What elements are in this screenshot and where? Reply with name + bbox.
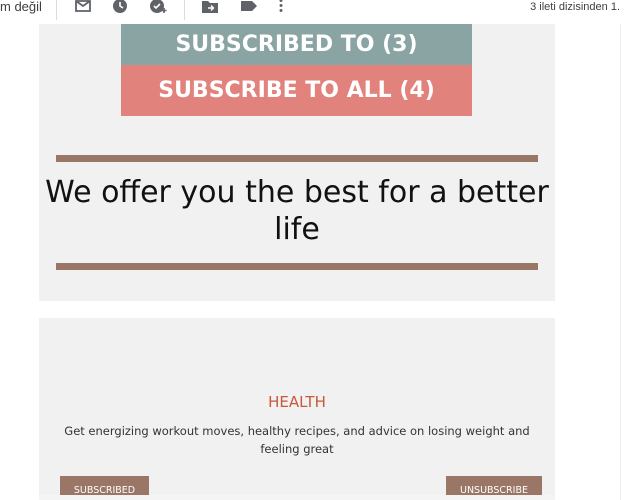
next-card-edge xyxy=(39,495,555,500)
toolbar-separator xyxy=(184,0,185,20)
email-body: SUBSCRIBED TO (3) SUBSCRIBE TO ALL (4) W… xyxy=(0,24,642,500)
label-icon[interactable] xyxy=(240,0,260,16)
add-task-icon[interactable] xyxy=(149,0,169,16)
mark-unread-icon[interactable] xyxy=(74,0,94,16)
panel-divider xyxy=(620,24,621,500)
divider-rule xyxy=(56,263,538,270)
move-to-icon[interactable] xyxy=(201,0,221,16)
toolbar-separator xyxy=(56,0,57,20)
newsletter-header-card: SUBSCRIBED TO (3) SUBSCRIBE TO ALL (4) W… xyxy=(39,24,555,301)
subscribe-to-all-button[interactable]: SUBSCRIBE TO ALL (4) xyxy=(121,65,472,116)
snooze-icon[interactable] xyxy=(111,0,131,16)
mail-toolbar: m değil 3 ileti dizisinden 1. xyxy=(0,0,642,24)
topic-title: HEALTH xyxy=(268,393,326,411)
divider-rule xyxy=(56,155,538,162)
subscribed-to-button[interactable]: SUBSCRIBED TO (3) xyxy=(121,24,472,65)
topic-description: Get energizing workout moves, healthy re… xyxy=(64,424,530,456)
thread-count: 3 ileti dizisinden 1. xyxy=(530,1,620,13)
headline: We offer you the best for a better life xyxy=(45,175,549,247)
health-topic-card: HEALTH Get energizing workout moves, hea… xyxy=(39,318,555,500)
more-icon[interactable] xyxy=(276,0,286,16)
toolbar-left-text: m değil xyxy=(0,0,42,14)
